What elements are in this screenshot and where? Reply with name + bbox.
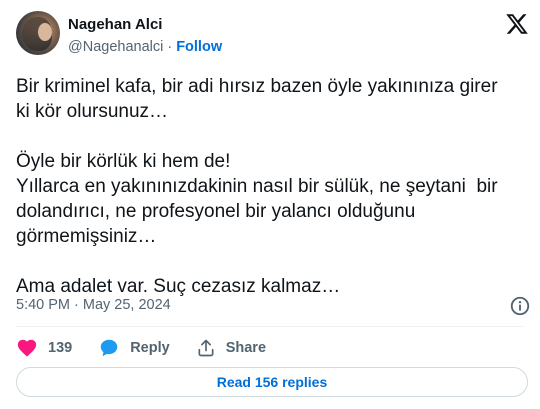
tweet-text: Bir kriminel kafa, bir adi hırsız bazen … [16, 74, 526, 299]
tweet-line: Ama adalet var. Suç cezasız kalmaz… [16, 276, 341, 297]
tweet-timestamp[interactable]: 5:40 PM · May 25, 2024 [16, 297, 171, 313]
reply-button[interactable]: Reply [98, 337, 170, 359]
share-label: Share [225, 340, 267, 356]
x-logo-icon[interactable] [505, 12, 529, 36]
share-icon [198, 339, 214, 357]
divider [16, 326, 524, 327]
author-name[interactable]: Nagehan Alci [68, 16, 162, 33]
like-count: 139 [48, 340, 73, 356]
tweet-line: Bir kriminel kafa, bir adi hırsız bazen … [16, 76, 498, 97]
tweet-card: Nagehan Alci @Nagehanalci · Follow Bir kri… [0, 0, 540, 409]
avatar[interactable] [16, 11, 60, 55]
heart-icon [17, 339, 37, 357]
info-icon[interactable] [509, 295, 531, 317]
author-handle-row: @Nagehanalci · Follow [68, 39, 222, 55]
avatar-face [38, 23, 52, 41]
tweet-line: ki kör olursunuz… [16, 101, 169, 122]
read-replies-button[interactable]: Read 156 replies [16, 367, 528, 397]
tweet-line: Yıllarca en yakınınızdakinin nasıl bir s… [16, 176, 498, 197]
tweet-line: dolandırıcı, ne profesyonel bir yalancı … [16, 201, 416, 222]
follow-button[interactable]: Follow [176, 39, 222, 55]
share-button[interactable]: Share [196, 338, 266, 358]
tweet-line: Öyle bir körlük ki hem de! [16, 151, 231, 172]
speech-bubble-icon [100, 339, 118, 357]
like-button[interactable]: 139 [16, 337, 72, 359]
separator-dot: · [167, 39, 173, 55]
author-handle[interactable]: @Nagehanalci [68, 39, 163, 55]
reply-label: Reply [130, 340, 170, 356]
tweet-line: görmemişsiniz… [16, 226, 157, 247]
action-bar: 139 Reply Share [16, 336, 292, 360]
